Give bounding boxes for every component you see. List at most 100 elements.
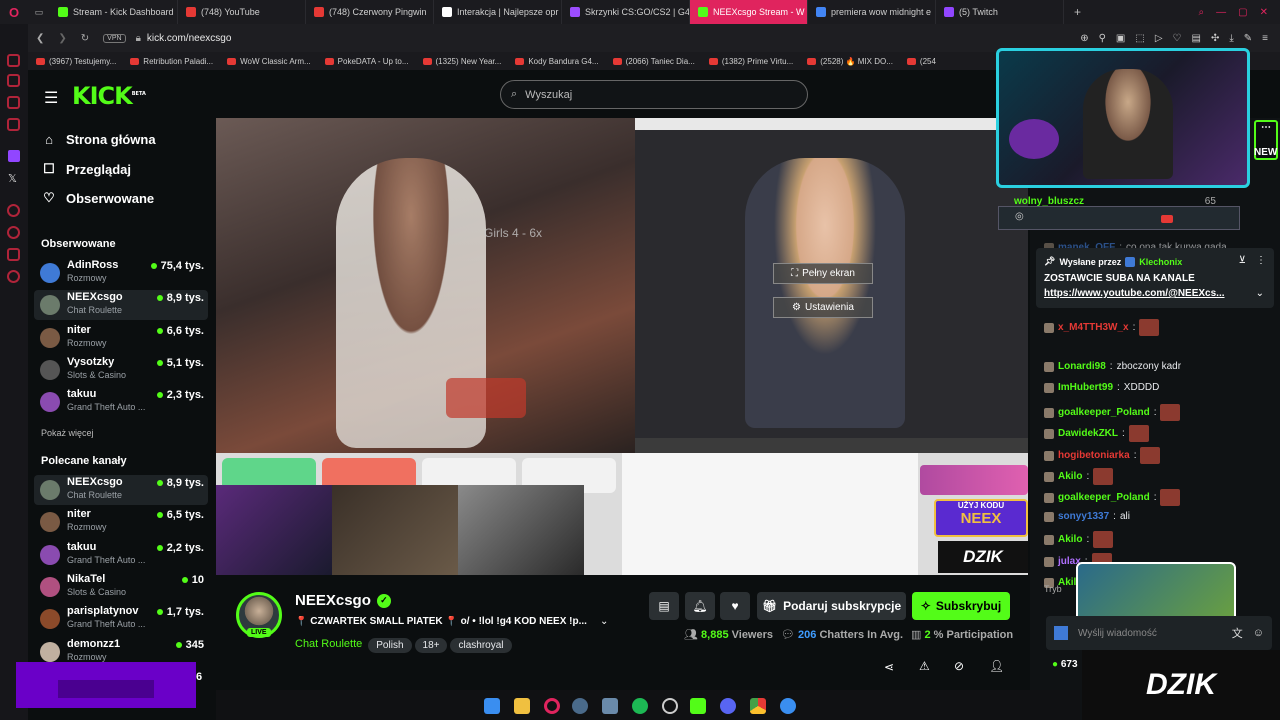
bookmark-item[interactable]: Retribution Paladi... [130, 57, 213, 66]
emoji-icon[interactable]: ☺ [1253, 627, 1264, 639]
channel-name[interactable]: NEEXcsgo [295, 592, 371, 609]
more-icon[interactable]: ⋮ [1256, 255, 1266, 266]
translate-icon[interactable]: 文 [1232, 625, 1243, 641]
browser-tab[interactable]: Interakcja | Najlepsze opr [434, 0, 562, 24]
pin-icon[interactable]: ⚲ [1099, 33, 1106, 44]
browser-tab[interactable]: Skrzynki CS:GO/CS2 | G4 [562, 0, 690, 24]
discord-icon[interactable] [720, 698, 736, 714]
tag-pill[interactable]: clashroyal [450, 638, 512, 653]
chat-username[interactable]: DawidekZKL [1058, 428, 1118, 439]
browser-tab[interactable]: (5) Twitch [936, 0, 1064, 24]
back-icon[interactable]: ❮ [36, 33, 44, 44]
sidebar-channel-item[interactable]: NikaTel Slots & Casino 10 [34, 572, 208, 602]
bookmark-item[interactable]: (1325) New Year... [422, 57, 501, 66]
chat-username[interactable]: goalkeeper_Poland [1058, 407, 1150, 418]
sidebar-app-icon[interactable] [7, 118, 20, 131]
chat-username[interactable]: ImHubert99 [1058, 382, 1113, 393]
new-tab-button[interactable]: + [1064, 5, 1091, 19]
ai-icon[interactable]: ✎ [1244, 33, 1252, 44]
chevron-down-icon[interactable]: ⌄ [1256, 288, 1264, 299]
sidebar-app-icon[interactable] [7, 54, 20, 67]
fullscreen-button[interactable]: ⛶ Pełny ekran [773, 263, 873, 284]
menu-icon[interactable]: ≡ [1262, 33, 1268, 44]
url-field[interactable]: kick.com/neexcsgo [147, 33, 231, 44]
chat-username[interactable]: goalkeeper_Poland [1058, 492, 1150, 503]
bookmark-item[interactable]: (254 [906, 57, 936, 66]
start-icon[interactable] [484, 698, 500, 714]
video-player[interactable]: Girls 4 - 6x ⛶ Pełny ekran ⚙ Ustawienia UŻ… [216, 118, 1028, 575]
wallet-icon[interactable]: ▤ [1192, 33, 1201, 44]
follow-button[interactable]: ♥ [720, 592, 750, 620]
nav-heart[interactable]: ♡ Obserwowane [42, 190, 154, 206]
tag-pill[interactable]: 18+ [414, 638, 448, 653]
sidebar-app-icon[interactable] [7, 204, 20, 217]
settings-button[interactable]: ⚙ Ustawienia [773, 297, 873, 318]
gift-sub-button[interactable]: 🎁︎ Podaruj subskrypcje [757, 592, 906, 620]
browser-tab[interactable]: NEEXcsgo Stream - W [690, 0, 808, 24]
sidebar-channel-item[interactable]: Vysotzky Slots & Casino 5,1 tys. [34, 355, 208, 385]
browser-tab[interactable]: premiera wow midnight e [808, 0, 936, 24]
chat-username[interactable]: Akilo [1058, 534, 1082, 545]
tag-pill[interactable]: Polish [368, 638, 412, 653]
zoom-icon[interactable]: ⊕ [1080, 33, 1088, 44]
browser-tab[interactable]: Stream - Kick Dashboard [50, 0, 178, 24]
sidebar-app-icon[interactable] [7, 248, 20, 261]
sidebar-channel-item[interactable]: parisplatynov Grand Theft Auto ... 1,7 tys… [34, 604, 208, 634]
history-icon[interactable] [7, 226, 20, 239]
hide-icon[interactable]: ⊘ [954, 659, 964, 673]
sidebar-channel-item[interactable]: NEEXcsgo Chat Roulette 8,9 tys. [34, 475, 208, 505]
chat-username[interactable]: Lonardi98 [1058, 361, 1106, 372]
spotify-icon[interactable] [632, 698, 648, 714]
bookmark-item[interactable]: Kody Bandura G4... [515, 57, 599, 66]
bookmark-item[interactable]: (3967) Testujemy... [36, 57, 116, 66]
sidebar-channel-item[interactable]: takuu Grand Theft Auto ... 2,2 tys. [34, 540, 208, 570]
sidebar-app-icon[interactable] [7, 96, 20, 109]
messenger-icon[interactable] [780, 698, 796, 714]
pinned-link[interactable]: https://www.youtube.com/@NEEXcs... [1044, 288, 1225, 299]
bookmark-item[interactable]: (2528) 🔥 MIX DO... [807, 57, 893, 66]
unpin-icon[interactable]: ⊻ [1239, 255, 1246, 266]
share-icon[interactable]: ⋖ [884, 660, 894, 674]
sidebar-channel-item[interactable]: niter Rozmowy 6,5 tys. [34, 507, 208, 537]
extensions-icon[interactable]: ✣ [1211, 33, 1219, 44]
nav-home[interactable]: ⌂ Strona główna [42, 132, 156, 147]
screenshot-icon[interactable]: ⬚ [1135, 33, 1144, 44]
chrome-icon[interactable] [750, 698, 766, 714]
browser-tab[interactable]: (748) YouTube [178, 0, 306, 24]
sidebar-channel-item[interactable]: NEEXcsgo Chat Roulette 8,9 tys. [34, 290, 208, 321]
settings-icon[interactable] [7, 270, 20, 283]
minimize-icon[interactable]: — [1216, 7, 1226, 18]
emote-icon[interactable] [1054, 626, 1068, 640]
chat-input[interactable]: Wyślij wiadomość 文 ☺ [1046, 616, 1272, 650]
kick-app-icon[interactable] [690, 698, 706, 714]
snapshot-icon[interactable]: ▣ [1116, 33, 1125, 44]
maximize-icon[interactable]: ▢ [1238, 7, 1247, 18]
tab-menu-icon[interactable]: ▭ [28, 7, 50, 18]
sidebar-channel-item[interactable]: AdinRoss Rozmowy 75,4 tys. [34, 258, 208, 288]
report-icon[interactable]: ⚠ [919, 659, 930, 673]
notifications-button[interactable]: 🔔︎ [685, 592, 715, 620]
chat-username[interactable]: hogibetoniarka [1058, 450, 1130, 461]
browser-tab[interactable]: (748) Czerwony Pingwin [306, 0, 434, 24]
bookmark-heart-icon[interactable]: ♡ [1173, 33, 1182, 44]
obs-icon[interactable] [662, 698, 678, 714]
player-icon[interactable]: ▷ [1155, 33, 1163, 44]
nav-browse[interactable]: ☐ Przeglądaj [42, 161, 131, 177]
hamburger-menu-icon[interactable]: ☰ [44, 88, 58, 108]
search-tabs-icon[interactable]: ⌕ [1199, 7, 1205, 18]
chat-username[interactable]: Akilo [1058, 471, 1082, 482]
chat-username[interactable]: x_M4TTH3W_x [1058, 322, 1129, 333]
close-window-icon[interactable]: ✕ [1260, 7, 1268, 18]
category-link[interactable]: Chat Roulette [295, 638, 362, 650]
bookmark-item[interactable]: (1382) Prime Virtu... [708, 57, 793, 66]
search-input[interactable]: ⌕ Wyszukaj [500, 80, 808, 109]
new-badge-box[interactable]: ⋯ NEW [1254, 120, 1278, 160]
bookmark-item[interactable]: PokeDATA - Up to... [324, 57, 409, 66]
sidebar-app-icon[interactable] [7, 74, 20, 87]
show-more-link[interactable]: Pokaż więcej [41, 428, 94, 438]
kick-logo[interactable]: KICKBETA [72, 82, 146, 110]
monitor-icon[interactable] [602, 698, 618, 714]
steam-icon[interactable] [572, 698, 588, 714]
bookmark-item[interactable]: (2066) Taniec Dia... [612, 57, 695, 66]
forward-icon[interactable]: ❯ [58, 33, 66, 44]
